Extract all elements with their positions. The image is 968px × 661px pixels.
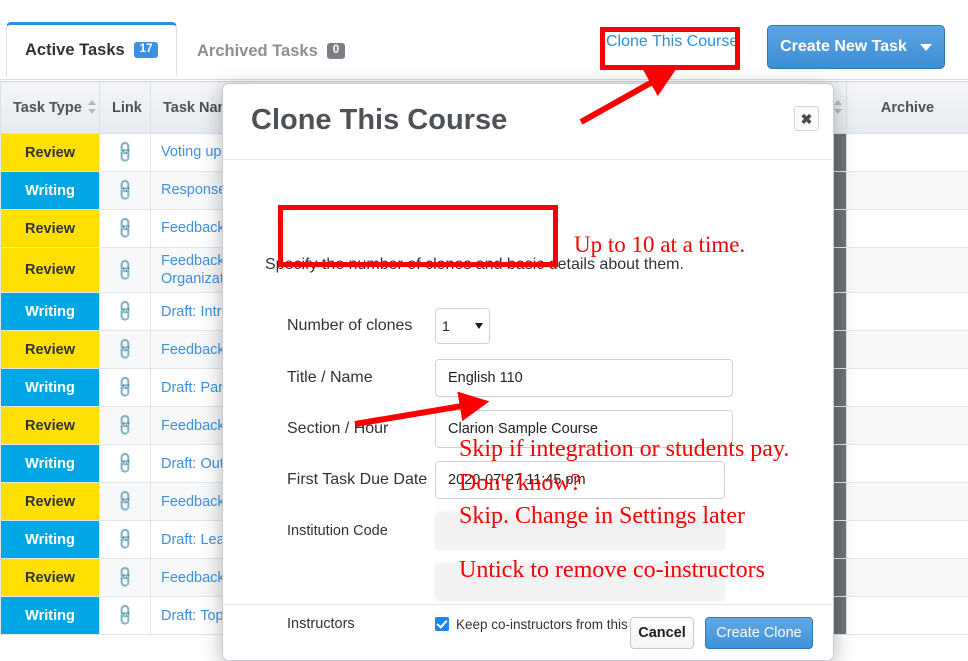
cell-task-type: Review: [0, 330, 100, 370]
close-icon[interactable]: ✖: [794, 106, 819, 131]
cell-archive[interactable]: [846, 482, 968, 522]
number-of-clones-value: 1: [442, 318, 450, 334]
label-first-task-due-date: First Task Due Date: [287, 471, 428, 488]
chevron-down-icon: [919, 43, 932, 51]
annotation-skip-change-settings: Skip. Change in Settings later: [459, 503, 745, 529]
cell-task-type: Review: [0, 558, 100, 598]
create-clone-button[interactable]: Create Clone: [705, 616, 813, 649]
field-row-title-name: Title / Name English 110: [223, 359, 833, 397]
cell-archive[interactable]: [846, 520, 968, 560]
cell-task-type: Review: [0, 406, 100, 446]
column-header-task-type[interactable]: Task Type: [0, 81, 100, 134]
cell-archive[interactable]: [846, 596, 968, 636]
sort-arrows-icon-secondary[interactable]: [834, 99, 843, 114]
tab-active-tasks[interactable]: Active Tasks 17: [6, 22, 178, 76]
annotation-untick-remove: Untick to remove co-instructors: [459, 557, 765, 583]
cell-archive[interactable]: [846, 246, 968, 294]
modal-body: Specify the number of clones and basic d…: [223, 160, 833, 632]
cell-archive[interactable]: [846, 171, 968, 210]
link-icon[interactable]: 🔗: [99, 368, 151, 408]
create-new-task-button[interactable]: Create New Task: [767, 25, 945, 69]
link-icon[interactable]: 🔗: [99, 246, 151, 294]
annotation-skip-if-integration: Skip if integration or students pay.: [459, 436, 790, 462]
cell-task-type: Writing: [0, 368, 100, 408]
cell-archive[interactable]: [846, 558, 968, 598]
cell-archive[interactable]: [846, 133, 968, 172]
cell-task-type: Writing: [0, 171, 100, 210]
label-number-of-clones: Number of clones: [287, 317, 413, 334]
cell-archive[interactable]: [846, 444, 968, 484]
top-toolbar: Active Tasks 17 Archived Tasks 0 Clone T…: [0, 0, 968, 80]
link-icon[interactable]: 🔗: [99, 558, 151, 598]
modal-footer: Cancel Create Clone: [223, 604, 833, 660]
create-new-task-label: Create New Task: [780, 38, 907, 55]
annotation-dont-know: Don't know?: [459, 470, 582, 496]
cell-task-type: Writing: [0, 444, 100, 484]
cell-task-type: Review: [0, 482, 100, 522]
tab-active-tasks-count: 17: [133, 41, 159, 59]
tab-strip-divider: [0, 79, 968, 80]
cell-archive[interactable]: [846, 209, 968, 248]
link-icon[interactable]: 🔗: [99, 209, 151, 248]
cell-archive[interactable]: [846, 368, 968, 408]
link-icon[interactable]: 🔗: [99, 406, 151, 446]
link-icon[interactable]: 🔗: [99, 171, 151, 210]
column-header-task-type-label: Task Type: [13, 99, 82, 116]
number-of-clones-select[interactable]: 1: [435, 308, 490, 344]
column-header-link-label: Link: [112, 99, 142, 116]
label-title-name: Title / Name: [287, 369, 373, 386]
cell-task-type: Writing: [0, 292, 100, 332]
title-name-input[interactable]: English 110: [435, 359, 733, 397]
app-root: Active Tasks 17 Archived Tasks 0 Clone T…: [0, 0, 968, 661]
tab-active-tasks-label: Active Tasks: [25, 40, 125, 59]
chevron-down-icon-select: [475, 323, 483, 329]
column-header-archive-label: Archive: [880, 99, 935, 116]
link-icon[interactable]: 🔗: [99, 133, 151, 172]
link-icon[interactable]: 🔗: [99, 292, 151, 332]
column-header-archive[interactable]: Archive: [846, 81, 968, 134]
tab-archived-tasks-count: 0: [326, 42, 346, 60]
cell-task-type: Review: [0, 209, 100, 248]
link-icon[interactable]: 🔗: [99, 596, 151, 636]
link-icon[interactable]: 🔗: [99, 482, 151, 522]
annotation-up-to-ten: Up to 10 at a time.: [574, 232, 746, 257]
link-icon[interactable]: 🔗: [99, 444, 151, 484]
tab-archived-tasks[interactable]: Archived Tasks 0: [178, 24, 364, 78]
cancel-button[interactable]: Cancel: [630, 616, 694, 649]
column-header-link[interactable]: Link: [99, 81, 151, 134]
label-institution-code: Institution Code: [287, 523, 388, 539]
cell-task-type: Review: [0, 246, 100, 294]
clone-this-course-link[interactable]: Clone This Course: [606, 33, 738, 51]
tab-archived-tasks-label: Archived Tasks: [197, 41, 318, 60]
field-row-number-of-clones: Number of clones 1: [223, 308, 833, 344]
link-icon[interactable]: 🔗: [99, 520, 151, 560]
cell-archive[interactable]: [846, 406, 968, 446]
cell-archive[interactable]: [846, 330, 968, 370]
cell-task-type: Writing: [0, 520, 100, 560]
modal-title: Clone This Course: [251, 104, 508, 136]
modal-header: Clone This Course ✖: [223, 84, 833, 160]
link-icon[interactable]: 🔗: [99, 330, 151, 370]
cell-task-type: Writing: [0, 596, 100, 636]
column-header-task-name-label: Task Nam: [163, 99, 231, 116]
cell-task-type: Review: [0, 133, 100, 172]
label-section-hour: Section / Hour: [287, 420, 389, 437]
modal-intro-text: Specify the number of clones and basic d…: [265, 256, 684, 273]
cell-archive[interactable]: [846, 292, 968, 332]
sort-arrows-icon[interactable]: [87, 99, 97, 114]
